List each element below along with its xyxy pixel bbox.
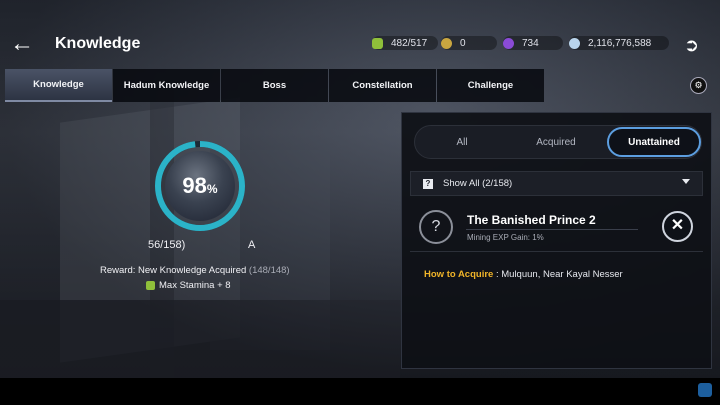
- back-arrow-icon[interactable]: ←: [10, 30, 38, 58]
- tab-hadum-knowledge[interactable]: Hadum Knowledge: [113, 69, 220, 102]
- reward-text: Reward: New Knowledge Acquired (148/148): [100, 265, 290, 276]
- tab-boss[interactable]: Boss: [221, 69, 328, 102]
- entry-subtitle: Mining EXP Gain: 1%: [467, 233, 544, 242]
- purple-gem-icon: [503, 37, 514, 49]
- gold-coin-icon: [441, 37, 452, 49]
- progress-percent: 98%: [182, 173, 218, 198]
- close-icon[interactable]: ✕: [662, 211, 693, 242]
- page-title: Knowledge: [55, 35, 141, 52]
- resource-gold: 0: [441, 35, 497, 51]
- stamina-icon: [372, 37, 383, 49]
- filter-toggle: All Acquired Unattained: [414, 125, 702, 159]
- app-corner-icon: [698, 383, 712, 397]
- top-bar: ← Knowledge 482/517 0 734 2,116,776,588 …: [0, 0, 720, 66]
- stamina-icon: [146, 281, 155, 290]
- tab-constellation[interactable]: Constellation: [329, 69, 436, 102]
- resource-silver: 2,116,776,588: [569, 35, 669, 51]
- resource-stamina: 482/517: [372, 35, 438, 51]
- exit-icon[interactable]: ➲: [684, 35, 704, 55]
- filter-all[interactable]: All: [415, 126, 509, 158]
- progress-count-tail: A: [248, 239, 256, 251]
- entry-title: The Banished Prince 2: [467, 213, 596, 227]
- tab-knowledge[interactable]: Knowledge: [5, 69, 112, 102]
- unknown-item-icon: ?: [419, 210, 453, 244]
- info-icon[interactable]: ⚙: [690, 77, 707, 94]
- silver-coin-icon: [569, 37, 580, 49]
- how-to-acquire: How to Acquire : Mulquun, Near Kayal Nes…: [424, 269, 623, 280]
- progress-ring: 98%: [153, 139, 247, 233]
- bottom-letterbox: [0, 378, 720, 405]
- knowledge-entry[interactable]: ? The Banished Prince 2 Mining EXP Gain:…: [410, 200, 703, 252]
- help-icon: ?: [423, 178, 433, 189]
- tab-bar: Knowledge Hadum Knowledge Boss Constella…: [5, 69, 545, 102]
- knowledge-panel: All Acquired Unattained ? Show All (2/15…: [401, 112, 712, 369]
- show-all-dropdown[interactable]: ? Show All (2/158): [410, 171, 703, 196]
- chevron-down-icon: [682, 179, 690, 184]
- filter-acquired[interactable]: Acquired: [509, 126, 603, 158]
- resource-gem: 734: [503, 35, 563, 51]
- divider: [466, 229, 638, 230]
- filter-unattained[interactable]: Unattained: [607, 127, 701, 157]
- reward-stamina: Max Stamina + 8: [146, 280, 231, 291]
- tab-challenge[interactable]: Challenge: [437, 69, 544, 102]
- progress-count: 56/158): [148, 239, 186, 251]
